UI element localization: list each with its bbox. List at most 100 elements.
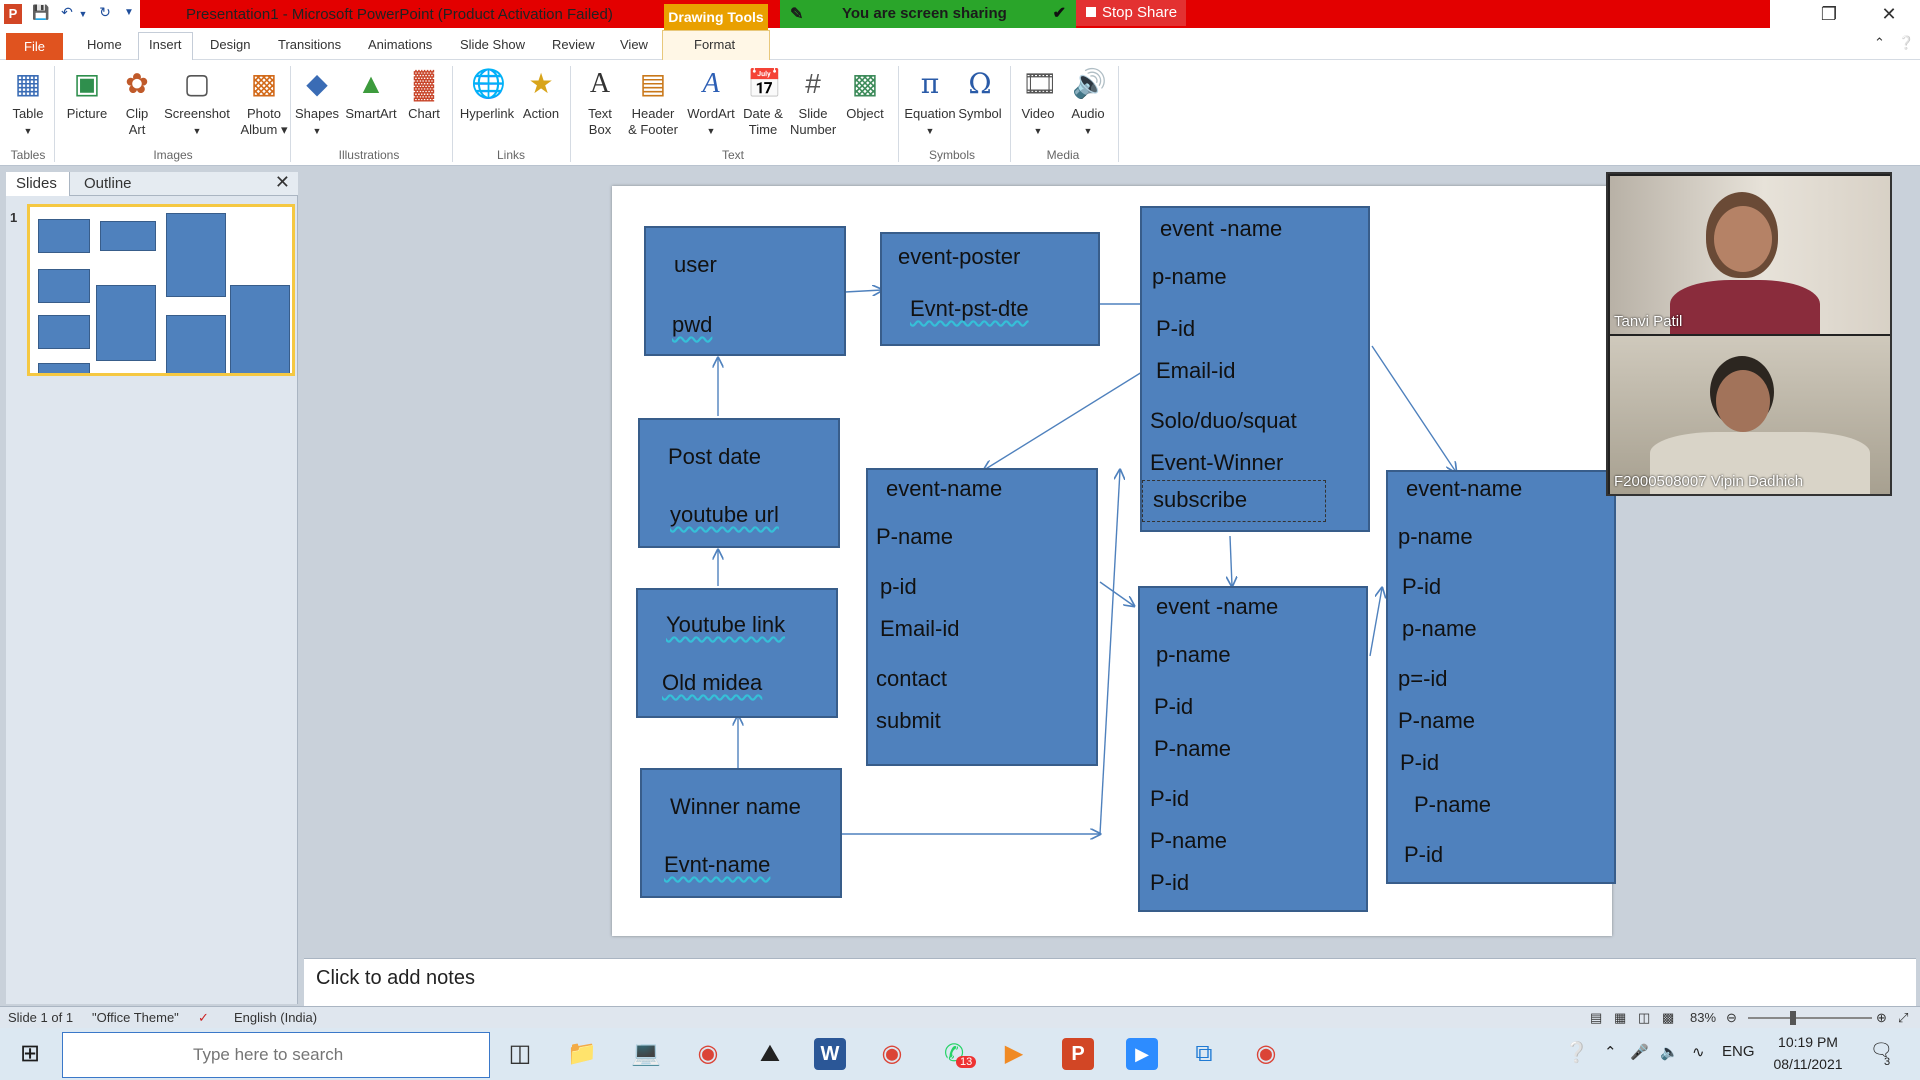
word-icon[interactable]: W — [814, 1038, 846, 1070]
clip-art-button[interactable]: ✿ Clip Art — [120, 68, 154, 138]
video-participants-panel: Tanvi Patil F2000508007 Vipin Dadhich — [1606, 172, 1892, 496]
close-pane-icon[interactable]: ✕ — [275, 172, 290, 193]
volume-icon[interactable]: 🔈 — [1660, 1043, 1679, 1061]
picture-button[interactable]: ▣ Picture — [62, 68, 112, 122]
chart-button[interactable]: ▓ Chart — [404, 68, 444, 122]
wifi-icon[interactable]: ∿ — [1692, 1043, 1705, 1061]
zoom-level[interactable]: 83% — [1690, 1010, 1716, 1025]
language[interactable]: English (India) — [234, 1010, 317, 1025]
slideshow-view-icon[interactable]: ▩ — [1662, 1010, 1674, 1026]
box-text: event-poster — [898, 244, 1021, 269]
object-button[interactable]: ▩ Object — [842, 68, 888, 122]
vscode-icon[interactable]: ⧉ — [1188, 1038, 1220, 1070]
save-icon[interactable]: 💾 — [32, 4, 50, 22]
media-player-icon[interactable]: ▶ — [998, 1038, 1030, 1070]
diagram-box-event-poster[interactable]: event-poster Evnt-pst-dte — [880, 232, 1100, 346]
participant-video[interactable]: F2000508007 Vipin Dadhich — [1610, 336, 1890, 494]
hyperlink-button[interactable]: 🌐 Hyperlink — [458, 68, 516, 122]
zoom-out-icon[interactable]: ⊖ — [1726, 1010, 1737, 1026]
normal-view-icon[interactable]: ▤ — [1590, 1010, 1602, 1026]
smartart-button[interactable]: ▲ SmartArt — [344, 68, 398, 122]
shapes-button[interactable]: ◆ Shapes ▼ — [294, 68, 340, 139]
diagram-box-winner[interactable]: Winner name Evnt-name — [640, 768, 842, 898]
spellcheck-icon[interactable]: ✓ — [198, 1010, 209, 1026]
this-pc-icon[interactable]: 💻 — [630, 1038, 662, 1070]
restore-window-icon[interactable]: ❐ — [1814, 4, 1844, 25]
language-indicator[interactable]: ENG — [1722, 1043, 1755, 1060]
chrome-icon[interactable]: ◉ — [692, 1038, 724, 1070]
tab-review[interactable]: Review — [552, 37, 595, 52]
tab-animations[interactable]: Animations — [368, 37, 432, 52]
file-explorer-icon[interactable]: 📁 — [566, 1038, 598, 1070]
participant-video[interactable]: Tanvi Patil — [1610, 176, 1890, 334]
group-divider — [290, 66, 291, 162]
text-box-button[interactable]: A Text Box — [582, 68, 618, 138]
pencil-icon[interactable]: ✎ — [790, 4, 803, 24]
tab-insert[interactable]: Insert — [149, 37, 182, 52]
photos-icon[interactable]: ⛰ — [754, 1038, 786, 1070]
stop-share-button[interactable]: Stop Share — [1076, 0, 1186, 26]
box-text: P-id — [1154, 694, 1194, 719]
diagram-box-user[interactable]: user pwd — [644, 226, 846, 356]
photo-album-button[interactable]: ▩ Photo Album ▾ — [236, 68, 292, 138]
search-input[interactable] — [63, 1033, 489, 1077]
zoom-slider[interactable] — [1748, 1017, 1872, 1019]
tab-slide-show[interactable]: Slide Show — [460, 37, 525, 52]
windows-start-icon[interactable]: ⊞ — [14, 1038, 46, 1070]
reading-view-icon[interactable]: ◫ — [1638, 1010, 1650, 1026]
zoom-slider-thumb[interactable] — [1790, 1011, 1796, 1025]
redo-icon[interactable]: ↻ — [96, 4, 114, 22]
equation-button[interactable]: π Equation ▼ — [900, 68, 960, 139]
tab-transitions[interactable]: Transitions — [278, 37, 341, 52]
slide-sorter-icon[interactable]: ▦ — [1614, 1010, 1626, 1026]
minimize-ribbon-icon[interactable]: ⌃ — [1874, 35, 1885, 51]
taskbar-search[interactable] — [62, 1032, 490, 1078]
tab-outline[interactable]: Outline — [84, 175, 132, 192]
chrome-second-icon[interactable]: ◉ — [1250, 1038, 1282, 1070]
slide-number-button[interactable]: # Slide Number — [790, 68, 836, 138]
undo-dropdown-icon[interactable]: ▼ — [74, 9, 92, 27]
diagram-box-youtube-link[interactable]: Youtube link Old midea — [636, 588, 838, 718]
diagram-box-event-bottom[interactable]: event -name p-name P-id P-name P-id P-na… — [1138, 586, 1368, 912]
video-button[interactable]: 🎞 Video ▼ — [1018, 68, 1058, 139]
help-icon[interactable]: ❔ — [1898, 35, 1914, 51]
tab-file[interactable]: File — [6, 33, 63, 60]
help-tray-icon[interactable]: ❔ — [1564, 1040, 1589, 1065]
tray-chevron-icon[interactable]: ⌃ — [1604, 1043, 1617, 1061]
tab-slides[interactable]: Slides — [16, 175, 57, 192]
clock-date[interactable]: 08/11/2021 — [1770, 1056, 1846, 1072]
tab-home[interactable]: Home — [87, 37, 122, 52]
tab-format[interactable]: Format — [694, 37, 735, 52]
action-button[interactable]: ★ Action — [520, 68, 562, 122]
header-footer-button[interactable]: ▤ Header & Footer — [624, 68, 682, 138]
microphone-icon[interactable]: 🎤 — [1630, 1043, 1649, 1061]
tab-view[interactable]: View — [620, 37, 648, 52]
zoom-in-icon[interactable]: ⊕ — [1876, 1010, 1887, 1026]
tab-design[interactable]: Design — [210, 37, 250, 52]
close-window-icon[interactable]: ✕ — [1874, 4, 1904, 25]
diagram-box-event-right[interactable]: event-name p-name P-id p-name p=-id P-na… — [1386, 470, 1616, 884]
clock-time[interactable]: 10:19 PM — [1770, 1034, 1846, 1050]
chrome-profile-icon[interactable]: ◉ — [876, 1038, 908, 1070]
slide-thumbnail[interactable] — [27, 204, 295, 376]
powerpoint-taskbar-icon[interactable]: P — [1062, 1038, 1094, 1070]
wordart-button[interactable]: A WordArt ▼ — [684, 68, 738, 139]
date-time-button[interactable]: 📅 Date & Time — [740, 68, 786, 138]
customize-toolbar-icon[interactable]: ▼ — [120, 7, 138, 25]
task-view-icon[interactable]: ◫ — [504, 1038, 536, 1070]
selected-textbox[interactable]: subscribe — [1142, 480, 1326, 522]
screenshot-button[interactable]: ▢ Screenshot ▼ — [162, 68, 232, 139]
thumb-box — [38, 363, 90, 373]
slide-canvas[interactable]: user pwd event-poster Evnt-pst-dte event… — [612, 186, 1616, 936]
diagram-box-event-mid[interactable]: event-name P-name p-id Email-id contact … — [866, 468, 1098, 766]
notes-pane[interactable]: Click to add notes — [304, 958, 1916, 1006]
diagram-box-post-date[interactable]: Post date youtube url — [638, 418, 840, 548]
zoom-app-icon[interactable]: ▶ — [1126, 1038, 1158, 1070]
fit-slide-icon[interactable]: ⤢ — [1898, 1010, 1908, 1026]
symbol-button[interactable]: Ω Symbol — [956, 68, 1004, 122]
diagram-box-event-main[interactable]: event -name p-name P-id Email-id Solo/du… — [1140, 206, 1370, 532]
theme-name[interactable]: "Office Theme" — [92, 1010, 179, 1025]
table-button[interactable]: ▦ Table ▼ — [10, 68, 46, 139]
box-text: youtube url — [670, 502, 779, 527]
audio-button[interactable]: 🔊 Audio ▼ — [1068, 68, 1108, 139]
